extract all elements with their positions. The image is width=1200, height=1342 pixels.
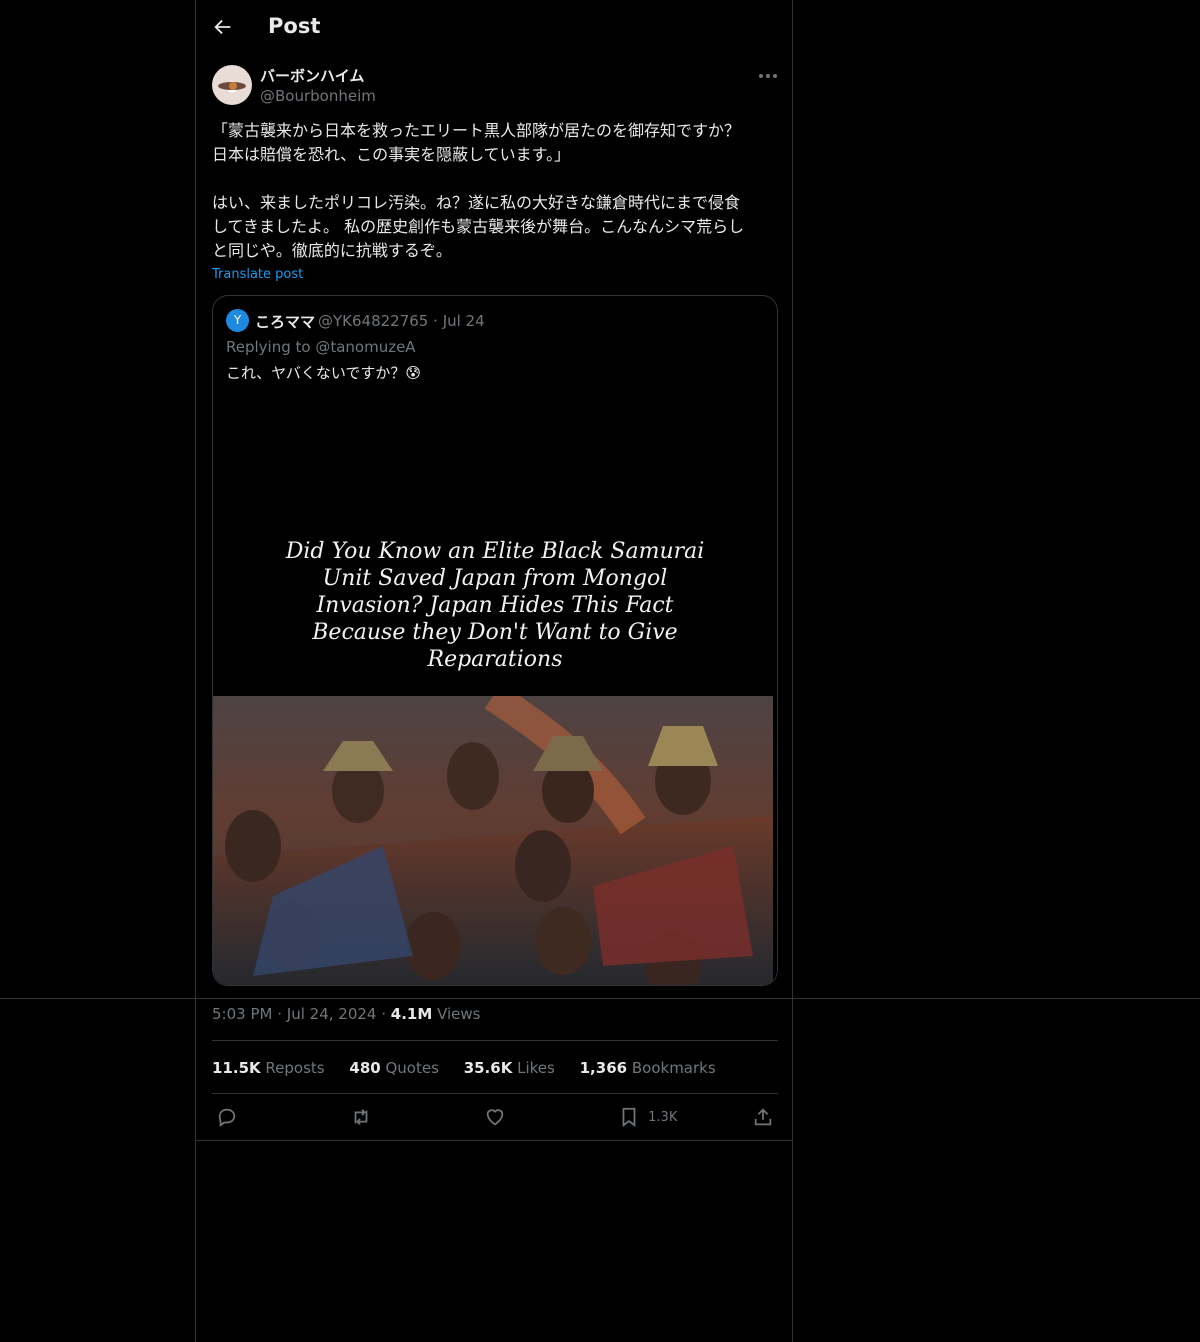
post-time[interactable]: 5:03 PM xyxy=(212,1005,272,1023)
quoted-post[interactable]: Y ころママ @YK64822765 · Jul 24 Replying to … xyxy=(212,295,778,986)
views-label: Views xyxy=(437,1005,481,1023)
reposts-label: Reposts xyxy=(265,1059,325,1077)
likes-label: Likes xyxy=(517,1059,555,1077)
reply-button[interactable] xyxy=(216,1106,238,1130)
author-name[interactable]: バーボンハイム xyxy=(260,65,364,86)
quotes-label: Quotes xyxy=(385,1059,439,1077)
samurai-illustration xyxy=(213,696,773,985)
quote-replying-to: Replying to @tanomuzeA xyxy=(226,338,416,356)
quote-author-handle: @YK64822765 xyxy=(318,312,429,330)
heart-icon xyxy=(486,1109,504,1126)
dot-separator: · xyxy=(433,312,443,330)
quote-date: Jul 24 xyxy=(442,312,485,330)
post-timestamp: 5:03 PM · Jul 24, 2024 · 4.1M Views xyxy=(212,1005,480,1023)
like-button[interactable] xyxy=(484,1106,506,1130)
quote-avatar: Y xyxy=(226,309,249,332)
quotes-stat[interactable]: 480 Quotes xyxy=(349,1059,439,1077)
repost-icon xyxy=(354,1109,368,1125)
bookmark-icon xyxy=(622,1107,636,1127)
reposts-count: 11.5K xyxy=(212,1059,261,1077)
divider-line xyxy=(0,998,1200,999)
divider-line xyxy=(212,1093,778,1094)
share-button[interactable] xyxy=(752,1106,774,1130)
back-arrow-icon[interactable] xyxy=(212,16,234,38)
repost-button[interactable] xyxy=(350,1106,372,1130)
quote-author-name: ころママ xyxy=(255,313,316,331)
divider-line xyxy=(195,1140,793,1141)
quotes-count: 480 xyxy=(349,1059,381,1077)
action-bar: 1.3K xyxy=(212,1104,778,1132)
likes-stat[interactable]: 35.6K Likes xyxy=(464,1059,555,1077)
share-icon xyxy=(754,1108,772,1126)
post-text: 「蒙古襲来から日本を救ったエリート黒人部隊が居たのを御存知ですか？ 日本は賠償を… xyxy=(212,121,745,260)
reposts-stat[interactable]: 11.5K Reposts xyxy=(212,1059,325,1077)
page-title: Post xyxy=(268,14,321,38)
likes-count: 35.6K xyxy=(463,1059,513,1077)
bookmarks-stat[interactable]: 1,366 Bookmarks xyxy=(580,1059,716,1077)
bookmark-count: 1.3K xyxy=(648,1109,678,1125)
bookmark-button[interactable]: 1.3K xyxy=(618,1106,677,1130)
quote-text: これ、ヤバくないですか？😰 xyxy=(226,364,422,382)
translate-post-link[interactable]: Translate post xyxy=(212,267,303,282)
image-caption: Did You Know an Elite Black Samurai Unit… xyxy=(285,539,705,672)
dot-separator: · xyxy=(277,1005,287,1023)
quote-image[interactable]: Did You Know an Elite Black Samurai Unit… xyxy=(213,396,777,985)
engagement-stats: 11.5K Reposts 480 Quotes 35.6K Likes 1,3… xyxy=(212,1059,736,1077)
quote-meta: @YK64822765 · Jul 24 xyxy=(318,312,485,330)
more-options-icon[interactable] xyxy=(756,66,780,86)
dot-separator: · xyxy=(381,1005,391,1023)
bookmarks-count: 1,366 xyxy=(579,1059,628,1077)
avatar[interactable] xyxy=(212,65,252,105)
author-handle[interactable]: @Bourbonheim xyxy=(260,87,376,105)
views-count: 4.1M xyxy=(390,1005,433,1023)
divider-line xyxy=(212,1040,778,1041)
reply-icon xyxy=(218,1108,236,1127)
bookmarks-label: Bookmarks xyxy=(631,1059,716,1077)
post-date[interactable]: Jul 24, 2024 xyxy=(287,1005,377,1023)
page-header: Post xyxy=(212,10,778,44)
samurai-illustration-art xyxy=(213,696,773,985)
